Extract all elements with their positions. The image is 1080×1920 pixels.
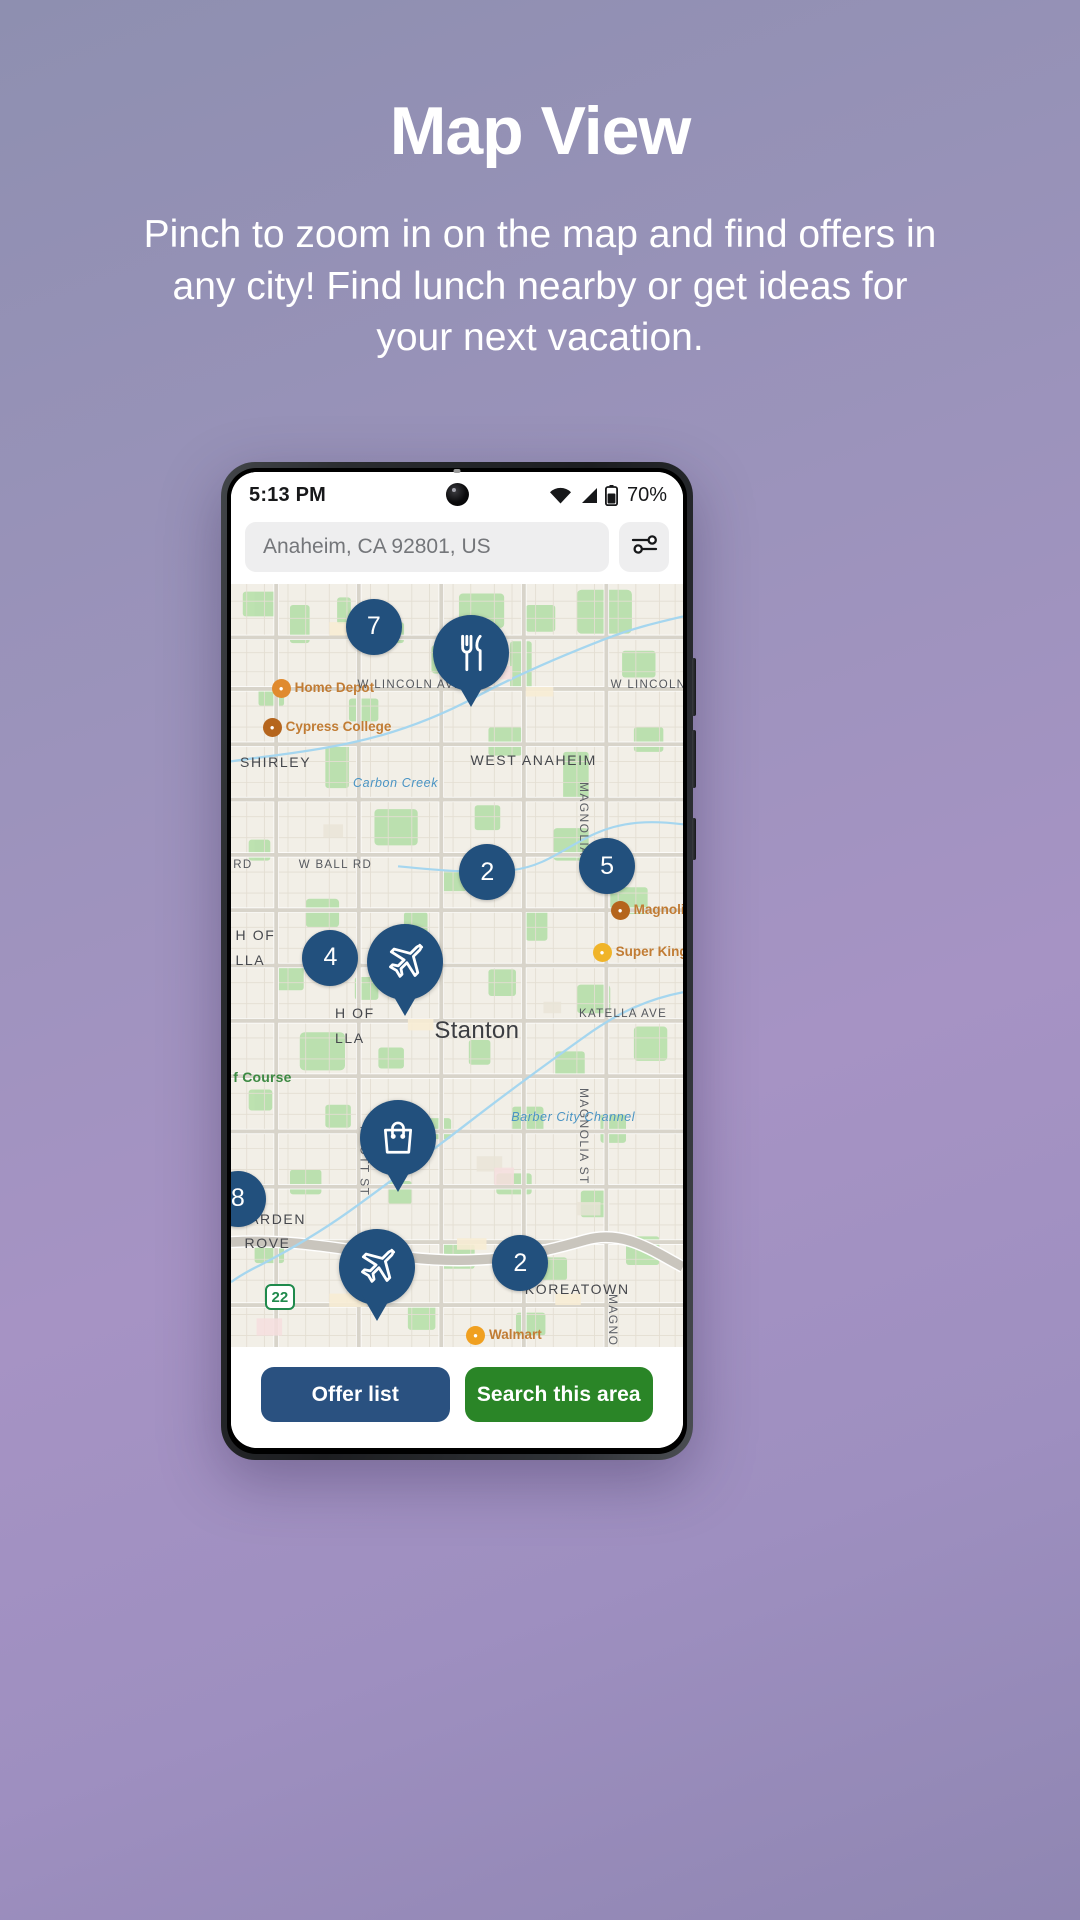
promo-header: Map View Pinch to zoom in on the map and… bbox=[0, 0, 1080, 364]
map-cluster-marker[interactable]: 5 bbox=[579, 838, 636, 895]
map-canvas[interactable]: ● Home Depot ● Cypress College SHIRLEY WEST A… bbox=[231, 584, 683, 1347]
map-offer-pin[interactable] bbox=[339, 1228, 416, 1305]
cluster-count: 8 bbox=[231, 1170, 266, 1227]
location-search-input[interactable]: Anaheim, CA 92801, US bbox=[245, 522, 609, 572]
cluster-count: 7 bbox=[345, 598, 402, 655]
wifi-icon bbox=[549, 487, 572, 504]
highway-shield-22: 22 bbox=[264, 1284, 295, 1311]
cluster-count: 2 bbox=[492, 1235, 549, 1292]
cluster-count: 4 bbox=[302, 929, 359, 986]
flight-icon bbox=[367, 924, 444, 1001]
map-offer-pin[interactable] bbox=[367, 924, 444, 1001]
map-cluster-marker[interactable]: 7 bbox=[345, 598, 402, 655]
map-action-bar: Offer list Search this area bbox=[231, 1347, 683, 1448]
map-cluster-marker[interactable]: 2 bbox=[492, 1235, 549, 1292]
offer-list-button[interactable]: Offer list bbox=[261, 1367, 450, 1422]
status-clock: 5:13 PM bbox=[249, 483, 326, 506]
front-camera-punch-hole bbox=[445, 483, 469, 506]
map-offer-pin[interactable] bbox=[360, 1099, 437, 1176]
volume-down-button[interactable] bbox=[692, 730, 696, 788]
battery-percentage: 70% bbox=[626, 483, 667, 506]
volume-up-button[interactable] bbox=[692, 658, 696, 716]
search-this-area-button[interactable]: Search this area bbox=[464, 1367, 653, 1422]
map-cluster-marker[interactable]: 4 bbox=[302, 929, 359, 986]
shopping-icon bbox=[360, 1099, 437, 1176]
page-title: Map View bbox=[389, 93, 692, 169]
flight-icon bbox=[339, 1228, 416, 1305]
map-offer-pin[interactable] bbox=[433, 615, 510, 692]
earpiece-speaker bbox=[453, 469, 461, 473]
filter-sliders-icon bbox=[631, 533, 658, 561]
phone-device-frame: 5:13 PM 70% Anaheim, CA 92801, US ● Home… bbox=[221, 462, 696, 1460]
power-button[interactable] bbox=[692, 818, 696, 860]
search-row: Anaheim, CA 92801, US bbox=[231, 518, 683, 584]
phone-bezel: 5:13 PM 70% Anaheim, CA 92801, US ● Home… bbox=[227, 468, 687, 1454]
cluster-count: 2 bbox=[459, 844, 516, 901]
restaurant-icon bbox=[433, 615, 510, 692]
status-bar: 5:13 PM 70% bbox=[231, 472, 683, 518]
status-icon-group: 70% bbox=[549, 484, 667, 507]
phone-screen: 5:13 PM 70% Anaheim, CA 92801, US ● Home… bbox=[231, 472, 683, 1448]
map-cluster-marker[interactable]: 8 bbox=[231, 1170, 266, 1227]
promo-subtitle: Pinch to zoom in on the map and find off… bbox=[143, 213, 937, 360]
cluster-count: 5 bbox=[579, 838, 636, 895]
cellular-signal-icon bbox=[579, 487, 598, 504]
map-cluster-marker[interactable]: 2 bbox=[459, 844, 516, 901]
battery-icon bbox=[604, 484, 618, 506]
filter-button[interactable] bbox=[619, 522, 669, 572]
